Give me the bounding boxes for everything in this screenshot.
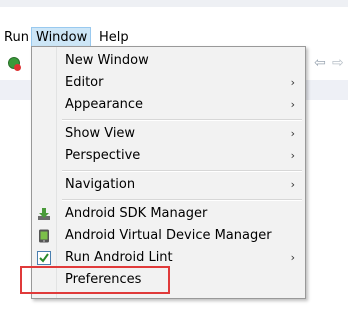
menu-item-label: Perspective: [65, 148, 141, 163]
phone-icon: [39, 229, 49, 243]
menu-bar: Run Window Help: [0, 27, 348, 48]
chevron-right-icon: ›: [290, 178, 295, 191]
run-badge-icon: [14, 64, 21, 71]
menu-item-appearance[interactable]: Appearance ›: [32, 94, 305, 116]
chevron-right-icon: ›: [290, 127, 295, 140]
menu-item-label: Android Virtual Device Manager: [65, 228, 272, 243]
forward-arrow-icon[interactable]: ⇨: [332, 55, 344, 71]
menu-item-label: Show View: [65, 126, 136, 141]
menu-item-label: Navigation: [65, 177, 136, 192]
menu-item-label: Appearance: [65, 97, 144, 112]
preferences-highlight-box: [20, 266, 170, 294]
menu-separator: [62, 170, 302, 172]
window-menu-dropdown: New Window Editor › Appearance › Show Vi…: [31, 46, 306, 299]
menu-item-editor[interactable]: Editor ›: [32, 72, 305, 94]
download-icon: [38, 208, 50, 220]
menu-help[interactable]: Help: [95, 27, 133, 48]
menu-item-navigation[interactable]: Navigation ›: [32, 174, 305, 196]
menu-window[interactable]: Window: [31, 27, 91, 48]
menu-item-label: Android SDK Manager: [65, 206, 208, 221]
chevron-right-icon: ›: [290, 251, 295, 264]
menu-item-new-window[interactable]: New Window: [32, 50, 305, 72]
menu-separator: [62, 119, 302, 121]
back-arrow-icon[interactable]: ⇦: [314, 55, 326, 71]
menu-item-label: New Window: [65, 53, 149, 68]
window-top-strip: [0, 0, 348, 7]
checkmark-icon: [37, 251, 51, 265]
menu-item-show-view[interactable]: Show View ›: [32, 123, 305, 145]
menu-run[interactable]: Run: [0, 27, 33, 48]
menu-item-android-sdk-manager[interactable]: Android SDK Manager: [32, 203, 305, 225]
menu-item-label: Editor: [65, 75, 104, 90]
menu-separator: [62, 199, 302, 201]
chevron-right-icon: ›: [290, 76, 295, 89]
menu-item-android-virtual-device-manager[interactable]: Android Virtual Device Manager: [32, 225, 305, 247]
chevron-right-icon: ›: [290, 98, 295, 111]
chevron-right-icon: ›: [290, 149, 295, 162]
menu-item-perspective[interactable]: Perspective ›: [32, 145, 305, 167]
